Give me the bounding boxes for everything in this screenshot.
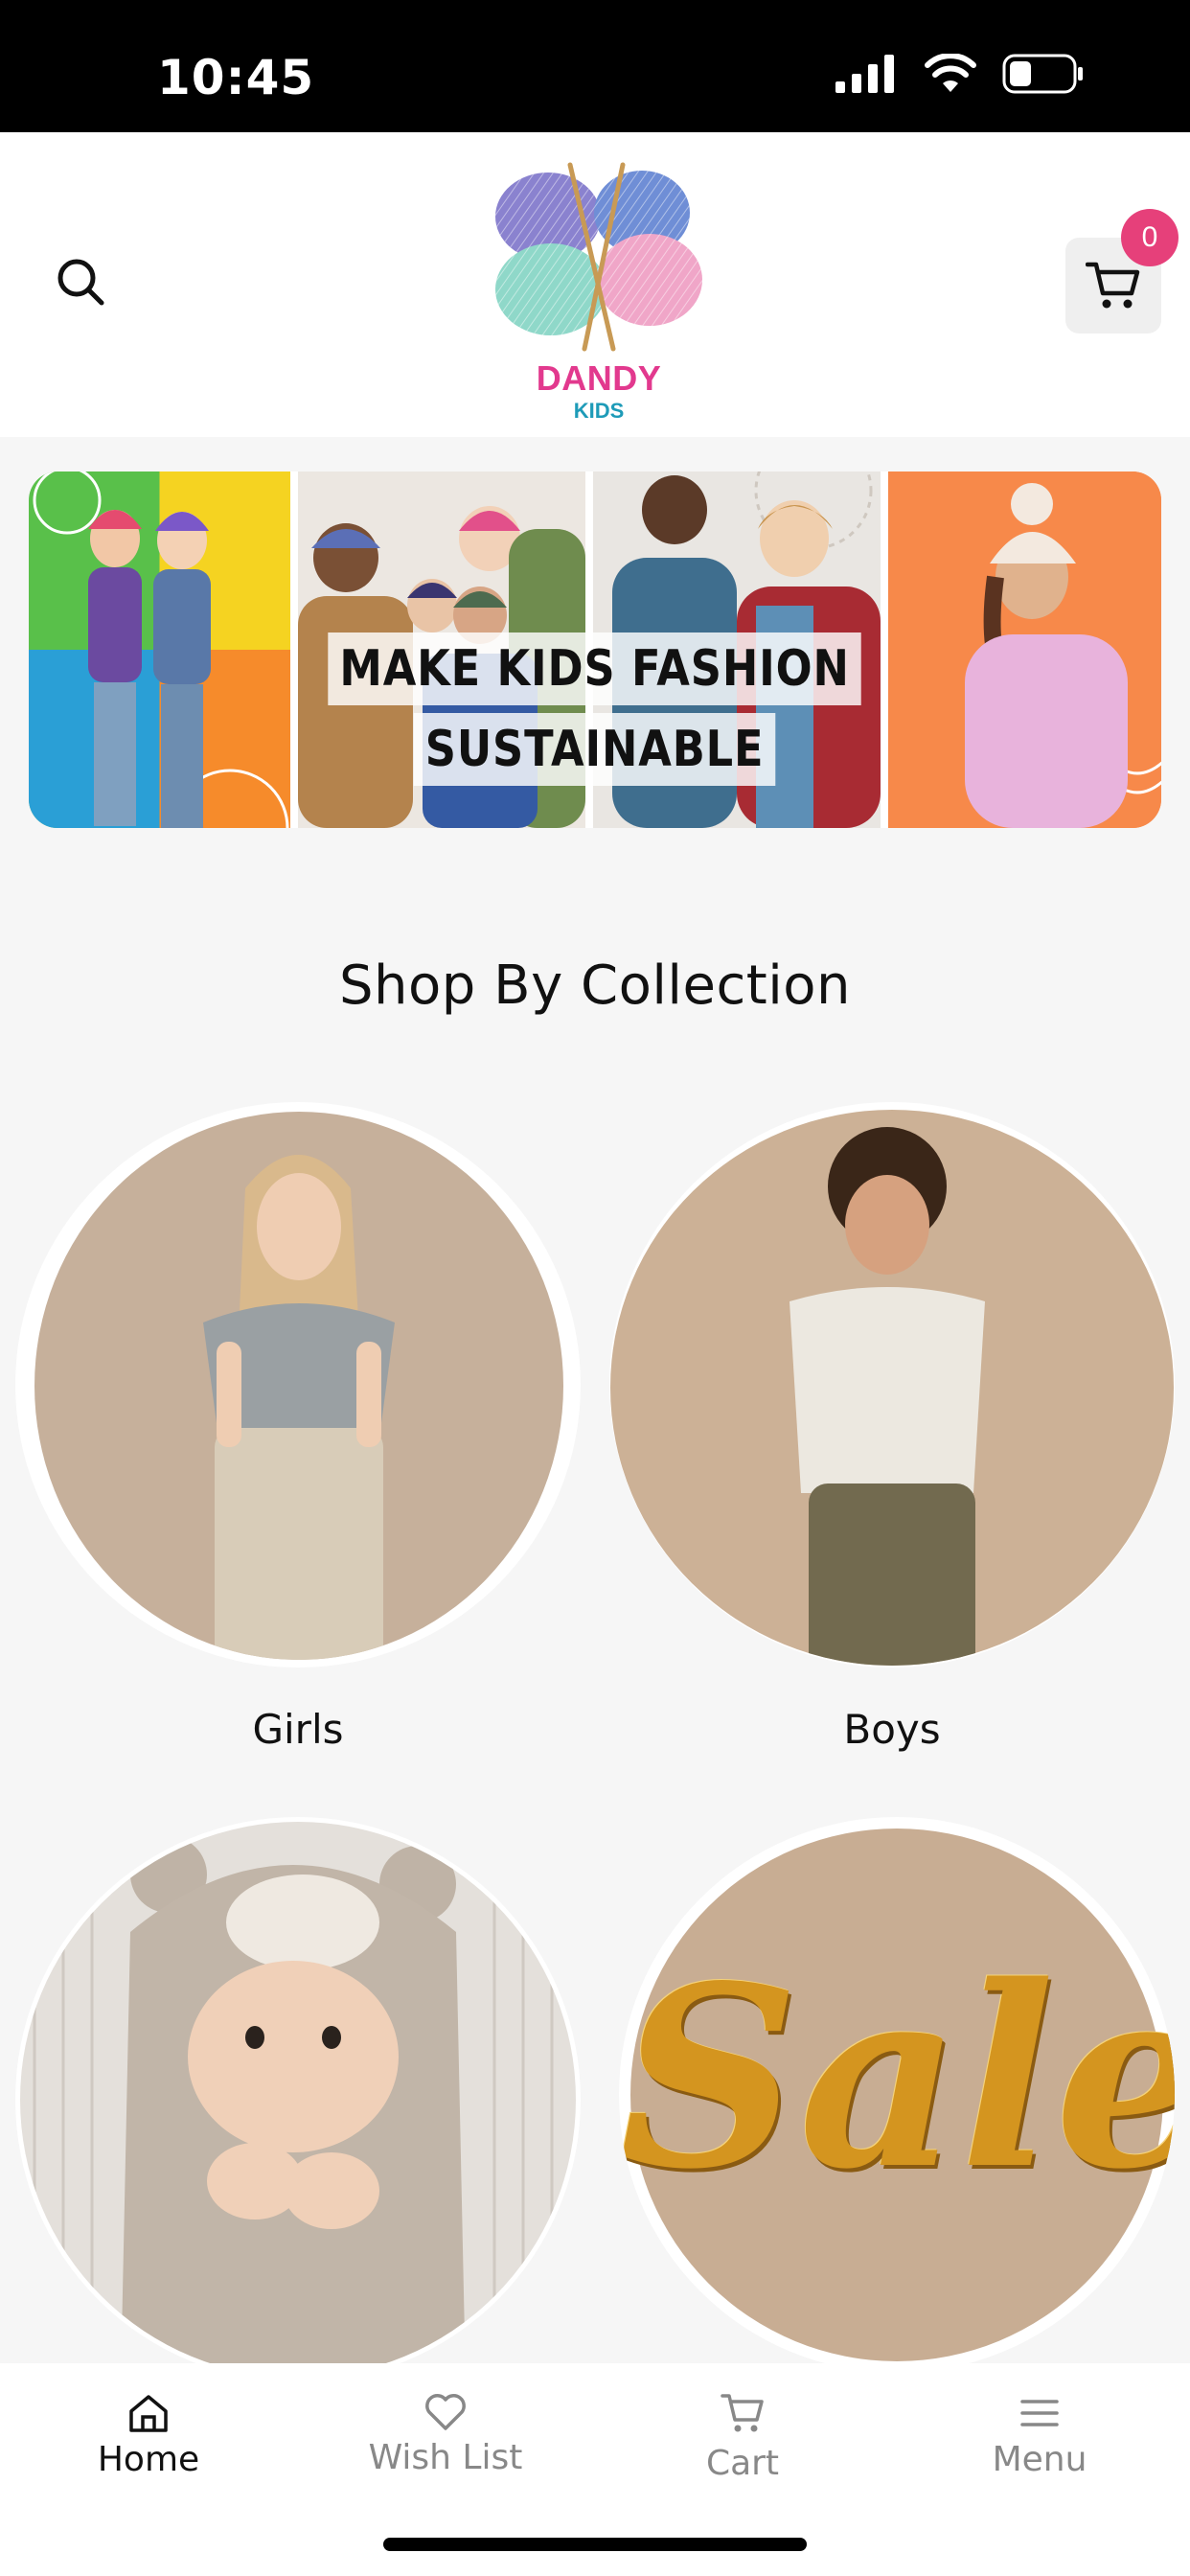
menu-icon [1020, 2400, 1059, 2426]
nav-menu[interactable]: Menu [925, 2392, 1155, 2479]
cart-count-badge: 0 [1121, 209, 1179, 266]
collection-sale-image: Sale [619, 1817, 1175, 2373]
nav-cart-label: Cart [705, 2444, 780, 2483]
collection-girls-tile[interactable]: Girls [15, 1102, 581, 1763]
collection-boys-tile[interactable]: Boys [609, 1102, 1175, 1763]
nav-home-label: Home [97, 2440, 200, 2479]
brand-logo[interactable]: DANDY KIDS [489, 157, 709, 423]
nav-cart[interactable]: Cart [628, 2392, 858, 2483]
status-time: 10:45 [157, 50, 315, 105]
cart-icon [721, 2394, 764, 2432]
cart-icon [1086, 262, 1140, 309]
logo-sub-text: KIDS [573, 399, 625, 423]
collection-baby-image [15, 1817, 581, 2382]
app-screen: 10:45 DANDY KIDS 0 MAKE KIDS FASHION SUS… [0, 0, 1190, 2576]
app-header: DANDY KIDS 0 [0, 132, 1190, 437]
wifi-icon [925, 54, 976, 92]
banner-headline-line1: MAKE KIDS FASHION [328, 632, 862, 705]
logo-brand-text: DANDY [536, 358, 662, 398]
nav-wishlist[interactable]: Wish List [331, 2392, 561, 2477]
battery-icon [1002, 54, 1083, 94]
section-title: Shop By Collection [339, 954, 851, 1017]
collection-girls-image [15, 1102, 581, 1668]
nav-home[interactable]: Home [34, 2392, 263, 2479]
collection-boys-image [609, 1102, 1175, 1668]
promo-banner[interactable]: MAKE KIDS FASHION SUSTAINABLE [29, 472, 1161, 828]
status-icons [835, 54, 1085, 94]
collection-sale-tile[interactable]: Sale [609, 1817, 1175, 2373]
banner-headline-line2: SUSTAINABLE [414, 713, 776, 786]
butterfly-yarn-logo-icon [495, 162, 702, 352]
collection-girls-label: Girls [252, 1706, 344, 1753]
search-icon [57, 259, 104, 306]
nav-menu-label: Menu [992, 2440, 1087, 2479]
search-button[interactable] [46, 247, 115, 316]
banner-headline: MAKE KIDS FASHION SUSTAINABLE [29, 632, 1161, 786]
sale-script-text: Sale [619, 1932, 1175, 2224]
nav-wishlist-label: Wish List [368, 2438, 523, 2477]
home-icon [129, 2395, 168, 2432]
signal-icon [835, 55, 894, 93]
collection-boys-label: Boys [843, 1706, 941, 1753]
heart-icon [425, 2394, 466, 2430]
collection-baby-tile[interactable] [15, 1817, 581, 2382]
status-bar: 10:45 [0, 0, 1190, 132]
home-indicator [383, 2538, 807, 2551]
